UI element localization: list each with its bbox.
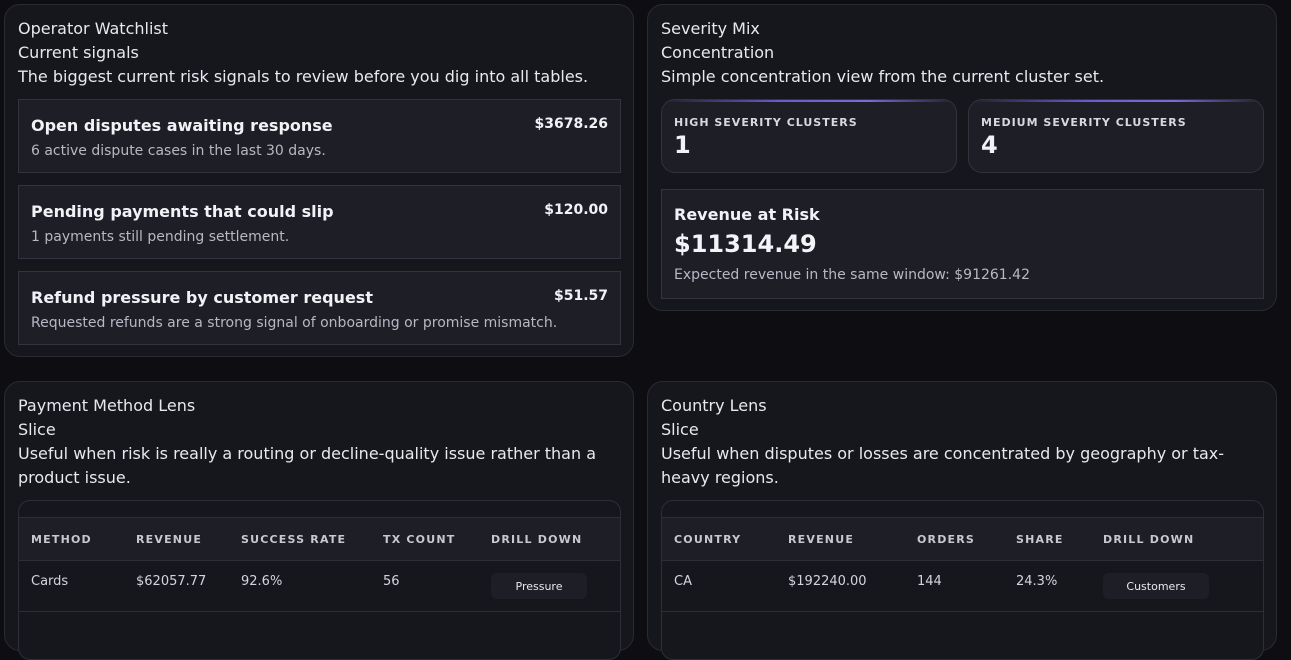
cell-revenue: $62057.77 [136,574,207,589]
signal-detail: Requested refunds are a strong signal of… [31,315,558,331]
stat-value: 1 [674,131,691,159]
cell-tx-count: 56 [383,574,400,589]
col-orders[interactable]: ORDERS [917,533,975,546]
signal-card-refunds[interactable]: Refund pressure by customer request $51.… [18,271,621,345]
col-revenue[interactable]: REVENUE [788,533,854,546]
revenue-at-risk-title: Revenue at Risk [674,205,820,224]
payment-method-table: METHOD REVENUE SUCCESS RATE TX COUNT DRI… [18,500,621,660]
country-table: COUNTRY REVENUE ORDERS SHARE DRILL DOWN … [661,500,1264,660]
col-method[interactable]: METHOD [31,533,92,546]
table-header: COUNTRY REVENUE ORDERS SHARE DRILL DOWN [662,517,1263,561]
signal-card-pending[interactable]: Pending payments that could slip $120.00… [18,185,621,259]
watchlist-panel: Operator Watchlist Current signals The b… [4,4,634,357]
severity-panel: Severity Mix Concentration Simple concen… [647,4,1277,311]
stat-label: HIGH SEVERITY CLUSTERS [674,116,858,129]
signal-title: Open disputes awaiting response [31,116,333,135]
col-success-rate[interactable]: SUCCESS RATE [241,533,346,546]
country-lens-title: Country Lens [661,396,767,415]
table-row: CA $192240.00 144 24.3% Customers [662,559,1263,612]
medium-severity-stat: MEDIUM SEVERITY CLUSTERS 4 [968,99,1264,173]
payment-lens-panel: Payment Method Lens Slice Useful when ri… [4,381,634,660]
severity-title: Severity Mix [661,19,760,38]
cell-orders: 144 [917,574,942,589]
revenue-at-risk-value: $11314.49 [674,230,817,258]
col-tx-count[interactable]: TX COUNT [383,533,455,546]
payment-lens-description: Useful when risk is really a routing or … [18,444,596,487]
payment-lens-title: Payment Method Lens [18,396,196,415]
signal-amount: $3678.26 [534,116,608,132]
signal-amount: $51.57 [553,288,608,304]
signal-detail: 1 payments still pending settlement. [31,229,290,245]
signal-title: Pending payments that could slip [31,202,334,221]
country-lens-panel: Country Lens Slice Useful when disputes … [647,381,1277,660]
severity-subtitle: Concentration [661,43,775,62]
country-lens-description: Useful when disputes or losses are conce… [661,444,1225,487]
cell-revenue: $192240.00 [788,574,867,589]
watchlist-subtitle: Current signals [18,43,139,62]
payment-lens-subtitle: Slice [18,420,56,439]
watchlist-description: The biggest current risk signals to revi… [18,67,589,86]
cell-success-rate: 92.6% [241,574,283,589]
signal-detail: 6 active dispute cases in the last 30 da… [31,143,326,159]
signal-amount: $120.00 [544,202,608,218]
signal-card-disputes[interactable]: Open disputes awaiting response $3678.26… [18,99,621,173]
col-drill-down[interactable]: DRILL DOWN [491,533,582,546]
cell-country: CA [674,574,692,589]
revenue-at-risk-detail: Expected revenue in the same window: $91… [674,267,1030,283]
high-severity-stat: HIGH SEVERITY CLUSTERS 1 [661,99,957,173]
revenue-at-risk-card: Revenue at Risk $11314.49 Expected reven… [661,189,1264,299]
cell-method: Cards [31,574,69,589]
country-lens-subtitle: Slice [661,420,699,439]
col-drill-down[interactable]: DRILL DOWN [1103,533,1194,546]
watchlist-title: Operator Watchlist [18,19,169,38]
table-header: METHOD REVENUE SUCCESS RATE TX COUNT DRI… [19,517,620,561]
drill-down-customers-button[interactable]: Customers [1103,573,1209,599]
signal-title: Refund pressure by customer request [31,288,373,307]
drill-down-pressure-button[interactable]: Pressure [491,573,587,599]
cell-share: 24.3% [1016,574,1058,589]
stat-label: MEDIUM SEVERITY CLUSTERS [981,116,1187,129]
table-row: Cards $62057.77 92.6% 56 Pressure [19,559,620,612]
col-country[interactable]: COUNTRY [674,533,741,546]
col-share[interactable]: SHARE [1016,533,1064,546]
stat-value: 4 [981,131,998,159]
col-revenue[interactable]: REVENUE [136,533,202,546]
severity-description: Simple concentration view from the curre… [661,67,1105,86]
